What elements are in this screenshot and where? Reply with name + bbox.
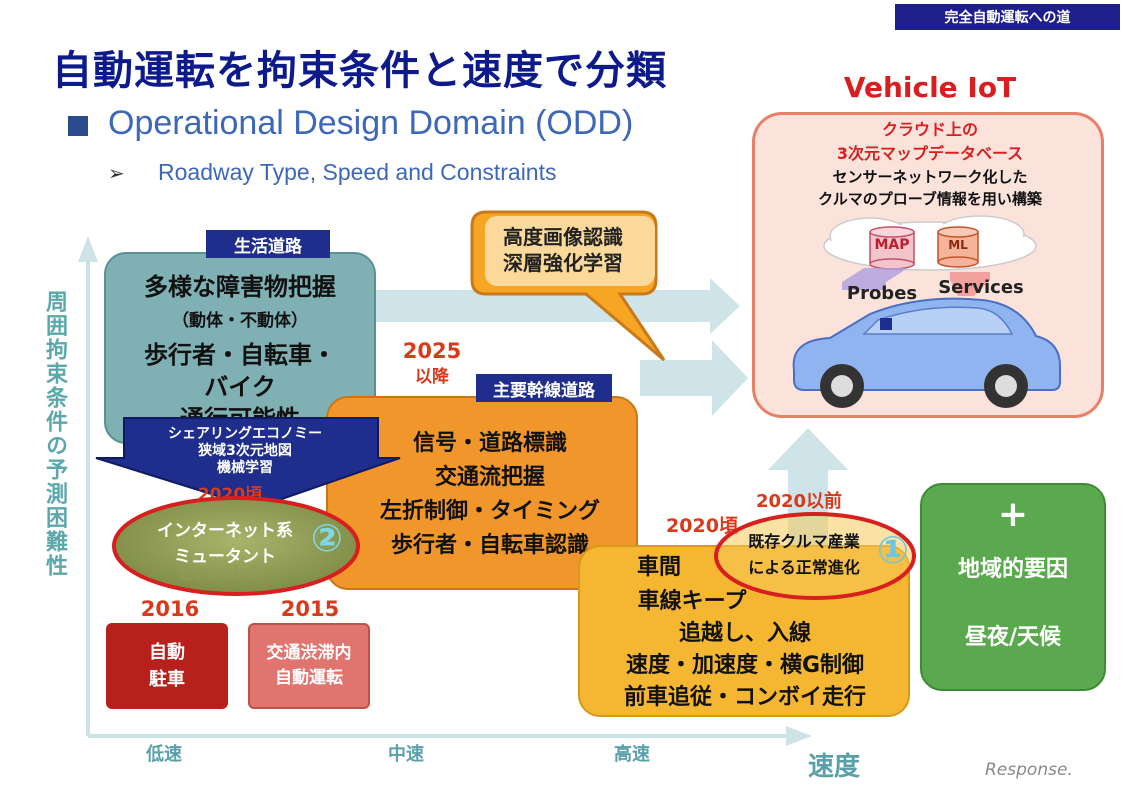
sharing-line3: 機械学習 bbox=[217, 460, 273, 476]
x-axis-arrow bbox=[88, 726, 812, 746]
life-road-tag: 生活道路 bbox=[206, 230, 330, 258]
probes-label: Probes bbox=[846, 283, 918, 304]
highway-line5: 前車追従・コンボイ走行 bbox=[623, 685, 866, 710]
x-tick-mid: 中速 bbox=[388, 744, 424, 765]
auto-park-box: 自動 駐車 bbox=[106, 623, 228, 709]
y-axis-label: 周囲拘束条件の予測困難性 bbox=[42, 290, 67, 578]
iot-line3: センサーネットワーク化した bbox=[832, 168, 1028, 186]
callout-line2: 深層強化学習 bbox=[503, 251, 623, 275]
x-axis-label: 速度 bbox=[808, 752, 861, 782]
map-label: MAP bbox=[874, 237, 910, 253]
internet-badge: ② bbox=[310, 516, 344, 560]
highway-line4: 速度・加速度・横G制御 bbox=[625, 653, 865, 678]
life-road-line2: （動体・不動体） bbox=[172, 311, 308, 331]
iot-line1: クラウド上の bbox=[881, 120, 978, 139]
car-icon bbox=[792, 297, 1061, 408]
cloud-icon bbox=[823, 215, 1037, 271]
highway-line3: 追越し、入線 bbox=[678, 621, 811, 646]
existing-line2: による正常進化 bbox=[748, 558, 860, 577]
regional-line1: 地域的要因 bbox=[957, 557, 1068, 582]
services-label: Services bbox=[938, 277, 1024, 298]
regional-line2: 昼夜/天候 bbox=[964, 625, 1062, 650]
auto-park-line2: 駐車 bbox=[149, 669, 185, 690]
sharing-line2: 狭域3次元地図 bbox=[198, 443, 292, 459]
callout-line1: 高度画像認識 bbox=[503, 225, 623, 249]
year-2015: 2015 bbox=[280, 597, 340, 621]
existing-badge: ① bbox=[876, 528, 910, 572]
auto-park-line1: 自動 bbox=[149, 642, 185, 663]
highway-partial-line1: 車間 bbox=[636, 555, 681, 580]
iot-illustration bbox=[792, 215, 1061, 408]
life-road-line1: 多様な障害物把握 bbox=[144, 273, 336, 301]
arterial-year-suffix: 以降 bbox=[415, 367, 449, 387]
life-road-line3: 歩行者・自転車・ bbox=[144, 341, 336, 369]
x-tick-high: 高速 bbox=[614, 744, 650, 765]
traffic-jam-line1: 交通渋滞内 bbox=[266, 642, 352, 663]
traffic-jam-box: 交通渋滞内 自動運転 bbox=[248, 623, 370, 709]
sharing-line1: シェアリングエコノミー bbox=[168, 426, 322, 442]
arterial-year: 2025 bbox=[402, 339, 462, 363]
internet-line1: インターネット系 bbox=[157, 521, 293, 541]
vehicle-iot-title: Vehicle IoT bbox=[843, 71, 1017, 104]
iot-line2: 3次元マップデータベース bbox=[836, 144, 1024, 163]
x-tick-low: 低速 bbox=[146, 744, 182, 765]
arterial-road-tag: 主要幹線道路 bbox=[476, 374, 612, 402]
existing-line1: 既存クルマ産業 bbox=[748, 532, 860, 551]
watermark-logo: Response. bbox=[985, 760, 1073, 780]
iot-line4: クルマのプローブ情報を用い構築 bbox=[818, 190, 1042, 208]
internet-line2: ミュータント bbox=[174, 547, 276, 567]
year-2016: 2016 bbox=[140, 597, 200, 621]
callout-text: 高度画像認識 深層強化学習 bbox=[488, 224, 638, 276]
plus-icon: + bbox=[997, 494, 1029, 535]
ml-label: ML bbox=[948, 238, 968, 252]
traffic-jam-line2: 自動運転 bbox=[275, 668, 343, 688]
